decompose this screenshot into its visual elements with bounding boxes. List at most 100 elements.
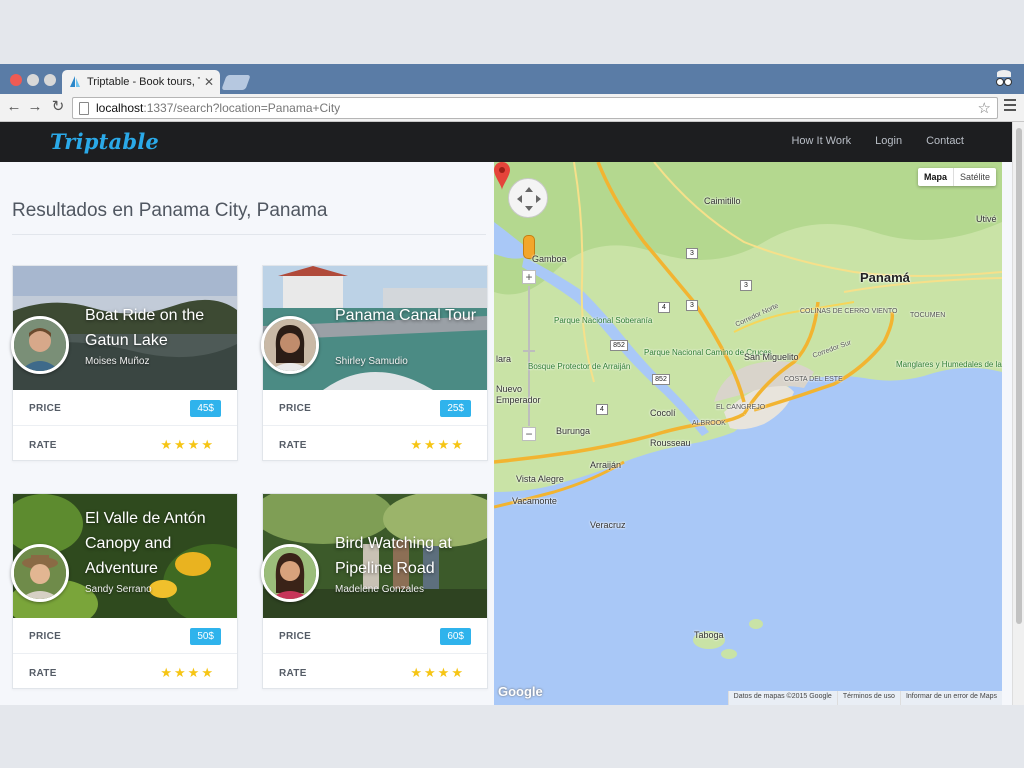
- forward-arrow-icon[interactable]: →: [26, 98, 44, 116]
- pan-arrows-icon: [517, 187, 541, 211]
- rating-stars: ★★★★: [410, 437, 465, 452]
- map-label: Arraiján: [590, 460, 622, 470]
- nav-link-how-it-work[interactable]: How It Work: [791, 135, 851, 147]
- tab-close-icon[interactable]: ✕: [204, 75, 214, 89]
- tour-title[interactable]: Boat Ride on the Gatun Lake: [85, 303, 233, 353]
- rating-stars: ★★★★: [160, 437, 215, 452]
- avatar: [261, 316, 319, 374]
- rate-row: RATE ★★★★: [263, 656, 487, 690]
- route-shield: 4: [596, 404, 608, 415]
- price-row: PRICE 50$: [13, 620, 237, 654]
- page-scrollbar[interactable]: [1012, 122, 1024, 705]
- tour-author: Madelene Gonzales: [335, 584, 424, 595]
- price-label: PRICE: [279, 403, 312, 414]
- route-shield: 852: [652, 374, 670, 385]
- route-shield: 852: [610, 340, 628, 351]
- tour-card[interactable]: El Valle de Antón Canopy and Adventure S…: [11, 493, 238, 689]
- site-logo[interactable]: Triptable: [50, 129, 159, 154]
- map-label: Rousseau: [650, 438, 691, 448]
- nav-link-login[interactable]: Login: [875, 135, 902, 147]
- tour-author: Moises Muñoz: [85, 356, 150, 367]
- rating-stars: ★★★★: [410, 665, 465, 680]
- map-label: Bosque Protector de Arraiján: [528, 362, 631, 371]
- map-label: COLINAS DE CERRO VIENTO: [800, 308, 898, 315]
- map-label: Parque Nacional Camino de Cruces: [644, 348, 772, 357]
- zoom-in-button[interactable]: +: [522, 270, 536, 284]
- rate-label: RATE: [29, 439, 57, 451]
- location-marker-icon[interactable]: [494, 162, 510, 190]
- zoom-slider-handle[interactable]: [523, 350, 535, 352]
- new-tab-button[interactable]: [221, 75, 251, 90]
- map-data-credit: Datos de mapas ©2015 Google: [727, 691, 837, 705]
- tab-title: Triptable - Book tours, Thi: [87, 76, 200, 88]
- map-type-mapa[interactable]: Mapa: [918, 168, 954, 186]
- map-label: Veracruz: [590, 520, 626, 530]
- price-row: PRICE 25$: [263, 392, 487, 426]
- close-window-button[interactable]: [10, 74, 22, 86]
- pan-control[interactable]: [508, 178, 548, 218]
- reload-icon[interactable]: ↻: [49, 98, 67, 116]
- address-bar[interactable]: localhost:1337/search?location=Panama+Ci…: [72, 97, 998, 119]
- zoom-out-button[interactable]: −: [522, 427, 536, 441]
- price-label: PRICE: [279, 631, 312, 642]
- rating-stars: ★★★★: [160, 665, 215, 680]
- tour-author: Sandy Serrano: [85, 584, 152, 595]
- avatar: [11, 316, 69, 374]
- web-page: Triptable How It Work Login Contact Resu…: [0, 122, 1024, 705]
- rate-label: RATE: [279, 439, 307, 451]
- map-label: Cocolí: [650, 408, 676, 418]
- browser-toolbar: ← → ↻ localhost:1337/search?location=Pan…: [0, 94, 1024, 122]
- rate-row: RATE ★★★★: [263, 428, 487, 462]
- map-attribution: Datos de mapas ©2015 Google Términos de …: [727, 691, 1002, 705]
- map-type-control: Mapa Satélite: [917, 168, 996, 186]
- tour-title[interactable]: Panama Canal Tour: [335, 303, 483, 328]
- site-header: Triptable How It Work Login Contact: [0, 122, 1014, 162]
- scrollbar-thumb[interactable]: [1016, 128, 1022, 624]
- map-type-satellite[interactable]: Satélite: [954, 168, 996, 186]
- site-nav: How It Work Login Contact: [791, 135, 964, 147]
- map-label: lara: [496, 354, 512, 364]
- route-shield: 3: [686, 300, 698, 311]
- map-label: Panamá: [860, 270, 910, 285]
- map-label: Vista Alegre: [516, 474, 564, 484]
- tour-card[interactable]: Bird Watching at Pipeline Road Madelene …: [261, 493, 488, 690]
- maximize-window-button[interactable]: [44, 74, 56, 86]
- map-label: Burunga: [556, 426, 591, 436]
- browser-tab[interactable]: Triptable - Book tours, Thi ✕: [62, 70, 220, 94]
- avatar: [261, 544, 319, 602]
- map-label: Vacamonte: [512, 496, 557, 506]
- tour-card[interactable]: Boat Ride on the Gatun Lake Moises Muñoz…: [11, 265, 238, 462]
- map-label: ALBROOK: [692, 420, 726, 427]
- tab-strip: Triptable - Book tours, Thi ✕: [0, 64, 1024, 94]
- sail-icon: [70, 76, 80, 87]
- tour-title[interactable]: Bird Watching at Pipeline Road: [335, 531, 483, 581]
- bookmark-star-icon[interactable]: ☆: [978, 99, 991, 117]
- tour-title[interactable]: El Valle de Antón Canopy and Adventure: [85, 506, 233, 581]
- rate-label: RATE: [29, 667, 57, 679]
- price-row: PRICE 45$: [13, 392, 237, 426]
- avatar: [11, 544, 69, 602]
- price-label: PRICE: [29, 403, 62, 414]
- nav-link-contact[interactable]: Contact: [926, 135, 964, 147]
- terms-of-use-link[interactable]: Términos de uso: [836, 691, 900, 705]
- minimize-window-button[interactable]: [27, 74, 39, 86]
- url-host: localhost: [96, 101, 144, 115]
- hamburger-menu-icon[interactable]: [1004, 99, 1016, 115]
- back-arrow-icon[interactable]: ←: [5, 98, 23, 116]
- rate-row: RATE ★★★★: [13, 428, 237, 462]
- report-map-error-link[interactable]: Informar de un error de Maps: [899, 691, 1002, 705]
- tour-card[interactable]: Panama Canal Tour Shirley Samudio PRICE …: [261, 265, 488, 462]
- map-label: TOCUMEN: [910, 312, 946, 319]
- map-label: Caimitillo: [704, 196, 741, 206]
- map-label: Parque Nacional Soberanía: [554, 316, 653, 325]
- divider: [12, 234, 486, 235]
- price-badge: 50$: [190, 628, 221, 645]
- results-title: Resultados en Panama City, Panama: [12, 200, 328, 221]
- browser-window: Triptable - Book tours, Thi ✕ ← → ↻ loca…: [0, 64, 1024, 705]
- map[interactable]: Mapa Satélite + − Caimitillo Utivé Panam…: [494, 162, 1002, 705]
- map-label: Manglares y Humedales de la Bahía de Pan…: [896, 360, 1002, 369]
- price-badge: 25$: [440, 400, 471, 417]
- google-logo: Google: [498, 684, 543, 699]
- page-icon: [79, 101, 89, 115]
- route-shield: 4: [658, 302, 670, 313]
